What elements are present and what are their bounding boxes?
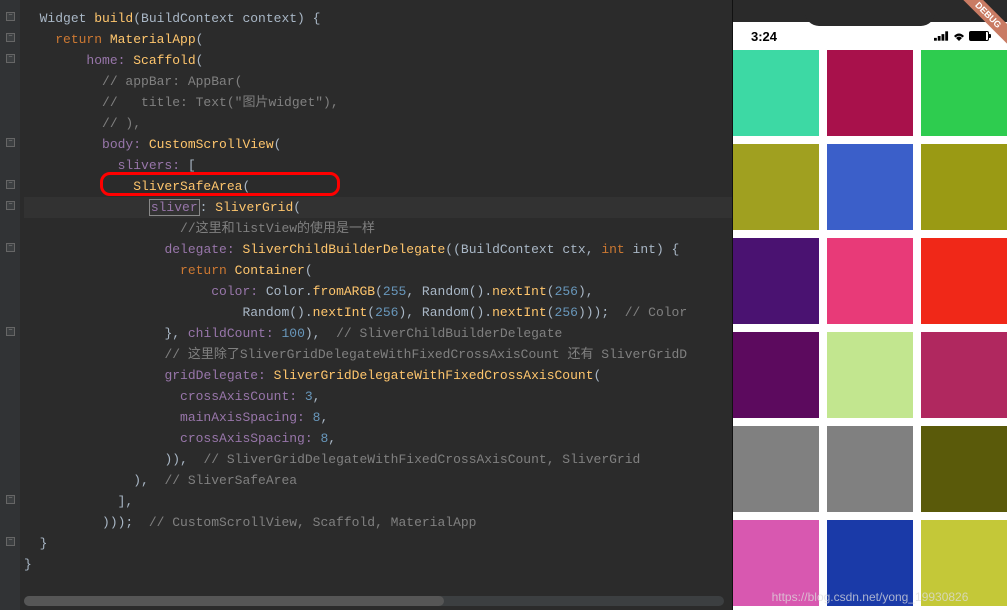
code-line[interactable]: color: Color.fromARGB(255, Random().next… — [24, 281, 732, 302]
color-grid[interactable] — [733, 50, 1007, 606]
grid-cell[interactable] — [827, 332, 913, 418]
phone-simulator: 3:24 DEBUG https://blog.csdn.net/yong_19… — [732, 0, 1007, 610]
code-editor[interactable]: − − − − − − − − − − Widget build(BuildContext con… — [0, 0, 732, 610]
code-line[interactable]: // ), — [24, 113, 732, 134]
code-line[interactable]: gridDelegate: SliverGridDelegateWithFixe… — [24, 365, 732, 386]
code-line[interactable]: ))); // CustomScrollView, Scaffold, Mate… — [24, 512, 732, 533]
code-line[interactable]: } — [24, 533, 732, 554]
status-bar: 3:24 — [733, 22, 1007, 50]
code-line[interactable]: )), // SliverGridDelegateWithFixedCrossA… — [24, 449, 732, 470]
signal-icon — [934, 31, 949, 41]
scrollbar-thumb[interactable] — [24, 596, 444, 606]
fold-marker[interactable]: − — [6, 54, 15, 63]
code-line[interactable]: ], — [24, 491, 732, 512]
status-time: 3:24 — [751, 29, 777, 44]
grid-cell[interactable] — [921, 238, 1007, 324]
fold-marker[interactable]: − — [6, 180, 15, 189]
code-line[interactable]: slivers: [ — [24, 155, 732, 176]
fold-marker[interactable]: − — [6, 33, 15, 42]
code-line[interactable]: }, childCount: 100), // SliverChildBuild… — [24, 323, 732, 344]
code-line[interactable]: // title: Text("图片widget"), — [24, 92, 732, 113]
battery-icon — [969, 31, 989, 41]
code-line[interactable]: mainAxisSpacing: 8, — [24, 407, 732, 428]
grid-cell[interactable] — [827, 144, 913, 230]
grid-cell[interactable] — [921, 144, 1007, 230]
fold-marker[interactable]: − — [6, 138, 15, 147]
watermark: https://blog.csdn.net/yong_19930826 — [772, 590, 969, 604]
grid-cell[interactable] — [827, 426, 913, 512]
fold-marker[interactable]: − — [6, 201, 15, 210]
code-line[interactable]: body: CustomScrollView( — [24, 134, 732, 155]
code-line[interactable]: delegate: SliverChildBuilderDelegate((Bu… — [24, 239, 732, 260]
grid-cell[interactable] — [733, 238, 819, 324]
code-line[interactable]: sliver: SliverGrid( — [24, 197, 732, 218]
fold-marker[interactable]: − — [6, 12, 15, 21]
code-line[interactable]: SliverSafeArea( — [24, 176, 732, 197]
code-line[interactable]: Random().nextInt(256), Random().nextInt(… — [24, 302, 732, 323]
code-line[interactable]: // appBar: AppBar( — [24, 71, 732, 92]
code-area[interactable]: Widget build(BuildContext context) { ret… — [24, 8, 732, 575]
grid-cell[interactable] — [827, 238, 913, 324]
grid-cell[interactable] — [733, 332, 819, 418]
wifi-icon — [952, 31, 966, 41]
code-line[interactable]: return MaterialApp( — [24, 29, 732, 50]
grid-cell[interactable] — [921, 426, 1007, 512]
notch — [805, 0, 935, 26]
grid-cell[interactable] — [733, 426, 819, 512]
grid-cell[interactable] — [921, 50, 1007, 136]
fold-marker[interactable]: − — [6, 495, 15, 504]
code-line[interactable]: } — [24, 554, 732, 575]
code-line[interactable]: //这里和listView的使用是一样 — [24, 218, 732, 239]
horizontal-scrollbar[interactable] — [24, 596, 724, 606]
grid-cell[interactable] — [921, 332, 1007, 418]
fold-marker[interactable]: − — [6, 327, 15, 336]
code-line[interactable]: crossAxisSpacing: 8, — [24, 428, 732, 449]
code-line[interactable]: return Container( — [24, 260, 732, 281]
grid-cell[interactable] — [733, 144, 819, 230]
grid-cell[interactable] — [827, 50, 913, 136]
gutter: − − − − − − − − − − — [0, 0, 20, 610]
fold-marker[interactable]: − — [6, 243, 15, 252]
code-line[interactable]: home: Scaffold( — [24, 50, 732, 71]
grid-cell[interactable] — [733, 50, 819, 136]
code-line[interactable]: // 这里除了SliverGridDelegateWithFixedCrossA… — [24, 344, 732, 365]
code-line[interactable]: Widget build(BuildContext context) { — [24, 8, 732, 29]
code-line[interactable]: ), // SliverSafeArea — [24, 470, 732, 491]
fold-marker[interactable]: − — [6, 537, 15, 546]
code-line[interactable]: crossAxisCount: 3, — [24, 386, 732, 407]
